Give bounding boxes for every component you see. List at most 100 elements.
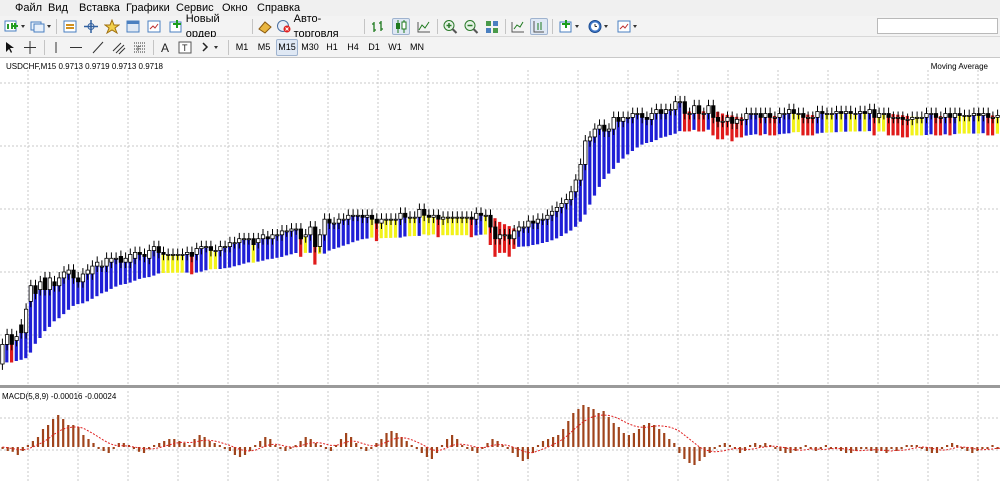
macd-histogram-bar: [940, 447, 944, 449]
macd-histogram-bar: [405, 441, 408, 447]
auto-trading-icon: [277, 20, 291, 33]
navigator-button[interactable]: [103, 18, 121, 35]
search-input[interactable]: [877, 18, 998, 34]
macd-histogram-bar: [496, 441, 499, 447]
cloud-bar: [43, 289, 47, 332]
candle-body: [630, 113, 635, 118]
macd-histogram-bar: [658, 429, 661, 447]
candle-body: [900, 117, 905, 120]
periods-button[interactable]: [586, 18, 612, 35]
timeframe-d1[interactable]: D1: [364, 39, 384, 56]
macd-histogram-bar: [153, 445, 156, 447]
candle-body: [730, 117, 735, 124]
candle-body: [905, 119, 910, 121]
candle-body: [66, 269, 71, 275]
horizontal-line-button[interactable]: [67, 39, 85, 56]
candle-body: [701, 113, 706, 115]
macd-histogram-bar: [557, 435, 560, 447]
candle-body: [464, 216, 469, 219]
text-label-button[interactable]: T: [177, 39, 193, 56]
timeframe-mn[interactable]: MN: [406, 39, 428, 56]
macd-histogram-bar: [370, 447, 373, 449]
candle-body: [995, 115, 1000, 118]
line-chart-button[interactable]: [415, 18, 433, 35]
candle-body: [734, 119, 740, 124]
macd-histogram-bar: [642, 425, 646, 447]
profiles-button[interactable]: [28, 18, 52, 35]
macd-histogram-bar: [440, 445, 444, 447]
cloud-bar: [588, 137, 592, 205]
equidistant-channel-button[interactable]: [110, 39, 128, 56]
candle-body: [933, 113, 939, 118]
new-chart-button[interactable]: [2, 18, 26, 35]
market-watch-button[interactable]: [61, 18, 79, 35]
macd-histogram-bar: [415, 447, 418, 449]
auto-trading-button[interactable]: Авто-торговля: [276, 13, 360, 40]
timeframe-m30[interactable]: M30: [299, 39, 321, 56]
new-order-button[interactable]: Новый ордер: [168, 13, 248, 40]
candlestick-chart-button[interactable]: [392, 18, 410, 35]
candle-body: [379, 218, 384, 224]
macd-histogram-bar: [218, 445, 221, 447]
candle-body: [227, 242, 232, 247]
auto-scroll-button[interactable]: [509, 18, 527, 35]
macd-histogram-bar: [274, 445, 277, 447]
menu-charts[interactable]: Графики: [126, 1, 170, 15]
chart-window[interactable]: USDCHF,M15 0.9713 0.9719 0.9713 0.9718 M…: [0, 58, 1000, 481]
macd-histogram-bar: [688, 447, 691, 463]
candle-body: [815, 111, 820, 118]
candle-body: [128, 253, 133, 263]
candle-body: [569, 191, 574, 201]
tile-windows-button[interactable]: [483, 18, 501, 35]
timeframe-m5[interactable]: M5: [254, 39, 274, 56]
candle-body: [810, 117, 815, 119]
metaeditor-icon: [258, 21, 272, 34]
timeframe-h1[interactable]: H1: [322, 39, 342, 56]
metaeditor-button[interactable]: [256, 18, 274, 35]
menu-view[interactable]: Вид: [48, 1, 68, 15]
terminal-button[interactable]: [124, 18, 142, 35]
arrows-button[interactable]: [198, 39, 222, 56]
data-window-button[interactable]: [82, 18, 100, 35]
macd-histogram-bar: [653, 425, 656, 447]
zoom-out-button[interactable]: [462, 18, 480, 35]
candle-body: [971, 113, 977, 116]
templates-button[interactable]: [615, 18, 641, 35]
timeframe-h4[interactable]: H4: [343, 39, 363, 56]
candle-body: [109, 257, 114, 263]
candle-body: [976, 113, 981, 116]
indicators-button[interactable]: [557, 18, 583, 35]
candle-body: [436, 214, 441, 220]
macd-histogram-bar: [910, 445, 913, 447]
candle-body: [71, 269, 76, 279]
bar-chart-button[interactable]: [369, 18, 387, 35]
chart-shift-button[interactable]: [530, 18, 548, 35]
candle-body: [90, 265, 95, 275]
macd-histogram-bar: [47, 425, 50, 447]
macd-histogram-bar: [238, 447, 242, 457]
toolbar-separator: [505, 19, 506, 34]
fibonacci-icon: F: [134, 42, 146, 53]
cursor-tool-button[interactable]: [2, 39, 18, 56]
zoom-in-button[interactable]: [441, 18, 459, 35]
chart-canvas[interactable]: [0, 58, 1000, 481]
candle-body: [867, 109, 872, 114]
menu-insert[interactable]: Вставка: [79, 1, 120, 15]
timeframe-m15[interactable]: M15: [276, 39, 298, 56]
candle-body: [791, 109, 796, 114]
crosshair-tool-button[interactable]: [21, 39, 39, 56]
vertical-line-button[interactable]: [48, 39, 64, 56]
macd-histogram-bar: [547, 439, 550, 447]
candle-body: [208, 246, 213, 251]
text-tool-button[interactable]: A: [157, 39, 173, 56]
candle-body: [393, 218, 398, 221]
menu-file[interactable]: Файл: [15, 1, 42, 15]
strategy-tester-button[interactable]: [145, 18, 163, 35]
macd-histogram-bar: [577, 409, 580, 447]
candle-body: [697, 105, 702, 114]
trendline-button[interactable]: [89, 39, 107, 56]
timeframe-w1[interactable]: W1: [385, 39, 405, 56]
fibonacci-button[interactable]: F: [131, 39, 149, 56]
macd-histogram-bar: [87, 439, 90, 447]
timeframe-m1[interactable]: M1: [232, 39, 252, 56]
